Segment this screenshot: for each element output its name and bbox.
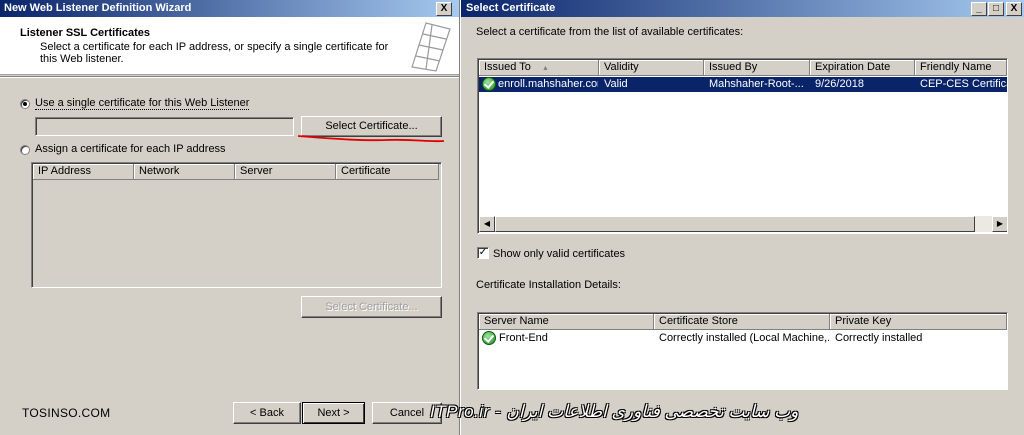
cell-validity: Valid <box>604 78 628 90</box>
next-button[interactable]: Next > <box>302 402 365 424</box>
dialog-title: Select Certificate <box>466 2 556 14</box>
wizard-titlebar[interactable]: New Web Listener Definition Wizard X <box>0 0 459 17</box>
web-listener-wizard-window: New Web Listener Definition Wizard X Lis… <box>0 0 460 435</box>
installed-ok-icon <box>482 331 496 345</box>
select-certificate-dialog: Select Certificate _ □ X Select a certif… <box>461 0 1024 435</box>
each-ip-certificate-radio[interactable] <box>20 145 30 155</box>
scroll-right-button[interactable]: ▶ <box>992 216 1007 232</box>
watermark-itpro: ITPro.ir - وب سایت تخصصی فناوری اطلاعات … <box>430 402 799 421</box>
dialog-close-button[interactable]: X <box>1006 2 1022 16</box>
dialog-titlebar[interactable]: Select Certificate _ □ X <box>461 0 1024 17</box>
cell-server-name: Front-End <box>499 332 548 344</box>
column-private-key[interactable]: Private Key <box>830 314 1007 330</box>
certificate-list-scrollbar[interactable]: ◀ ▶ <box>479 216 1007 232</box>
column-validity[interactable]: Validity <box>599 60 704 76</box>
column-friendly-name[interactable]: Friendly Name <box>915 60 1007 76</box>
column-certificate[interactable]: Certificate <box>336 164 439 180</box>
column-server-name[interactable]: Server Name <box>479 314 654 330</box>
single-certificate-field <box>35 117 294 136</box>
column-issued-to-label: Issued To <box>484 61 531 73</box>
watermark-tosinso: TOSINSO.COM <box>22 406 111 420</box>
certificate-list-instruction: Select a certificate from the list of av… <box>476 26 744 38</box>
cell-expiration-date: 9/26/2018 <box>815 78 864 90</box>
minimize-button[interactable]: _ <box>971 2 987 16</box>
wizard-close-button[interactable]: X <box>436 2 452 16</box>
installation-row[interactable]: Front-End Correctly installed (Local Mac… <box>479 331 1007 346</box>
wizard-emblem-icon <box>411 22 451 72</box>
maximize-button[interactable]: □ <box>988 2 1004 16</box>
installation-details-label: Certificate Installation Details: <box>476 279 621 291</box>
scroll-thumb[interactable] <box>495 216 975 232</box>
wizard-page-description: Select a certificate for each IP address… <box>40 41 389 65</box>
select-certificate-per-ip-button[interactable]: Select Certificate... <box>301 296 442 318</box>
single-certificate-radio[interactable] <box>20 99 30 109</box>
header-separator <box>0 76 459 78</box>
installation-details-list[interactable]: Server Name Certificate Store Private Ke… <box>477 312 1008 390</box>
sort-ascending-icon: ▲ <box>541 65 549 72</box>
cell-private-key: Correctly installed <box>835 332 923 344</box>
valid-certificate-icon <box>482 77 496 91</box>
column-ip-address[interactable]: IP Address <box>33 164 134 180</box>
wizard-header: Listener SSL Certificates Select a certi… <box>0 17 459 75</box>
each-ip-certificate-label[interactable]: Assign a certificate for each IP address <box>35 143 226 155</box>
column-issued-to[interactable]: Issued To ▲ <box>479 60 599 76</box>
ip-certificate-list[interactable]: IP Address Network Server Certificate <box>31 162 442 288</box>
certificate-list[interactable]: Issued To ▲ Validity Issued By Expiratio… <box>477 58 1008 234</box>
cell-issued-by: Mahshaher-Root-... <box>709 78 804 90</box>
show-valid-only-checkbox[interactable]: ✓ <box>477 247 489 259</box>
column-certificate-store[interactable]: Certificate Store <box>654 314 830 330</box>
show-valid-only-label[interactable]: Show only valid certificates <box>493 248 625 260</box>
cell-issued-to: enroll.mahshaher.com <box>498 78 598 90</box>
red-underline-annotation <box>297 135 445 143</box>
cell-certificate-store: Correctly installed (Local Machine,... <box>659 332 829 344</box>
scroll-left-button[interactable]: ◀ <box>479 216 495 232</box>
single-certificate-label[interactable]: Use a single certificate for this Web Li… <box>35 97 250 110</box>
cell-friendly-name: CEP-CES Certificate <box>920 78 1007 90</box>
certificate-row[interactable]: enroll.mahshaher.com Valid Mahshaher-Roo… <box>479 77 1007 92</box>
column-expiration-date[interactable]: Expiration Date <box>810 60 915 76</box>
column-issued-by[interactable]: Issued By <box>704 60 810 76</box>
column-server[interactable]: Server <box>235 164 336 180</box>
column-network[interactable]: Network <box>134 164 235 180</box>
wizard-title: New Web Listener Definition Wizard <box>4 2 192 14</box>
back-button[interactable]: < Back <box>233 402 301 424</box>
wizard-page-title: Listener SSL Certificates <box>20 27 151 39</box>
